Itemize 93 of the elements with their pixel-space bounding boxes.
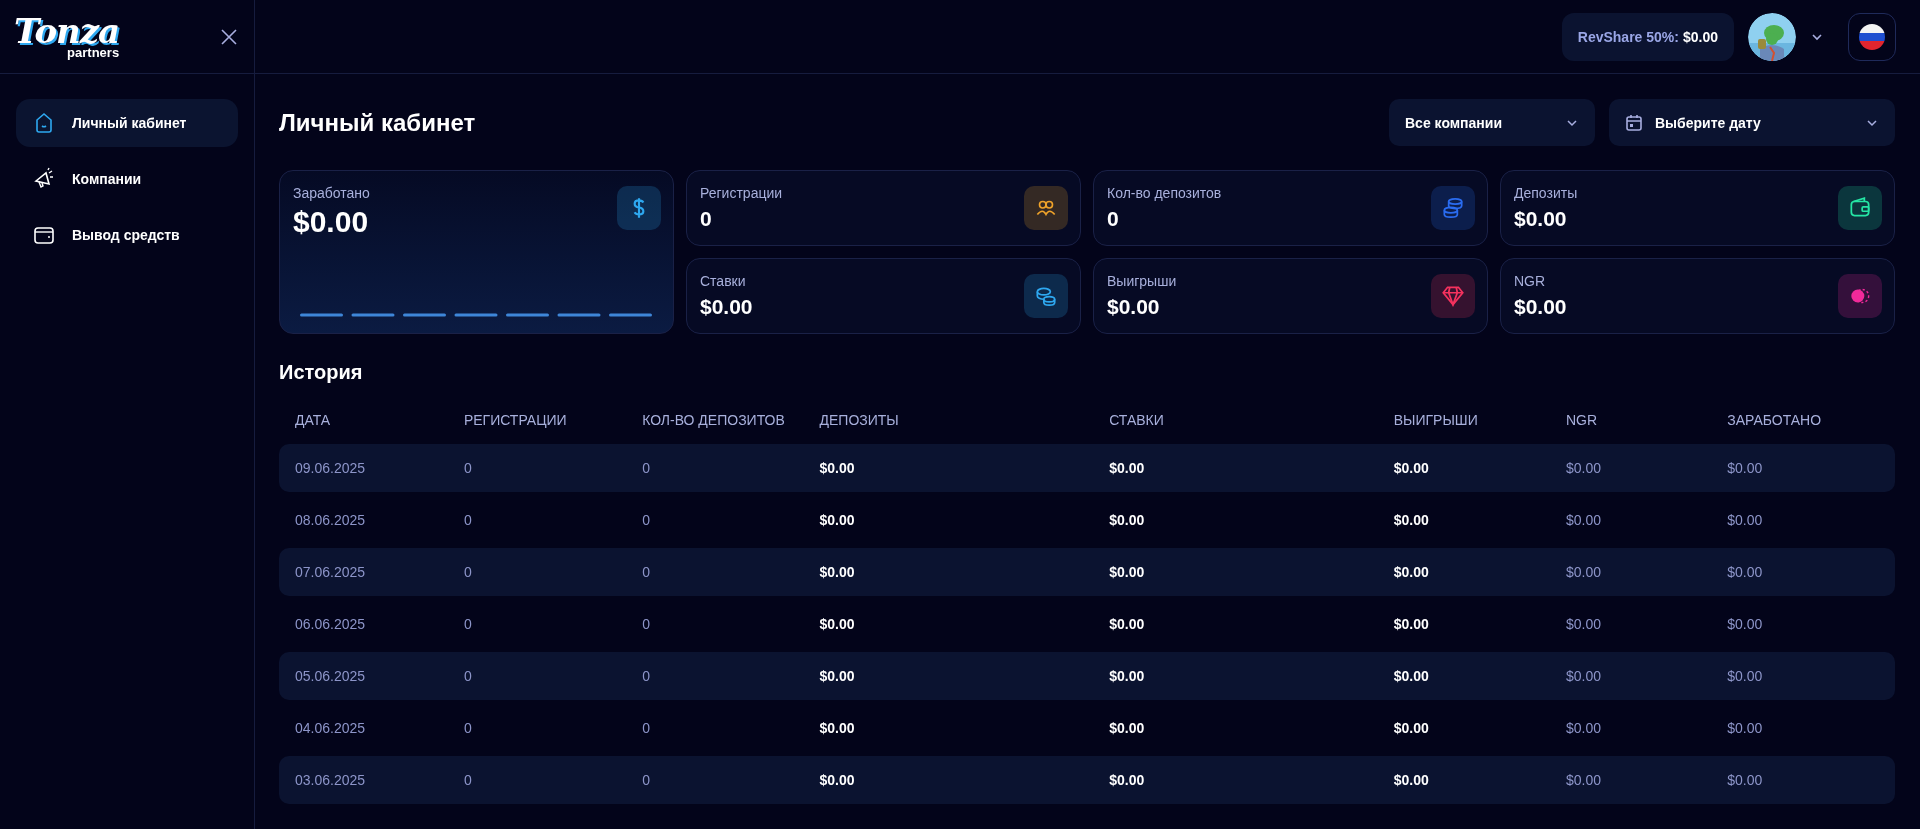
table-cell: $0.00: [803, 548, 1094, 596]
table-cell: $0.00: [1093, 756, 1378, 804]
logo-wordmark: Tonza: [14, 14, 120, 48]
table-cell-text: $0.00: [1108, 615, 1146, 634]
table-cell-text: $0.00: [1392, 615, 1430, 634]
table-cell-text: $0.00: [1726, 719, 1764, 738]
table-cell: $0.00: [1549, 548, 1712, 596]
table-cell-text: 08.06.2025: [294, 511, 367, 530]
card-label: Выигрыши: [1107, 273, 1177, 289]
close-icon[interactable]: [220, 27, 238, 46]
table-cell-text: $0.00: [818, 511, 856, 530]
sidebar-item[interactable]: Личный кабинет: [16, 99, 238, 147]
card-value: 0: [700, 207, 713, 231]
sidebar-item[interactable]: Вывод средств: [16, 211, 238, 259]
flag-icon: [1858, 22, 1886, 51]
table-cell-text: $0.00: [1108, 719, 1146, 738]
table-cell-text: 04.06.2025: [294, 719, 367, 738]
table-cell-text: $0.00: [818, 615, 856, 634]
column-header: NGR: [1564, 411, 1599, 430]
card-label: Кол-во депозитов: [1107, 185, 1222, 201]
table-cell-text: 0: [462, 615, 473, 634]
table-cell-text: $0.00: [1108, 511, 1146, 530]
table-cell-text: $0.00: [1392, 511, 1430, 530]
table-cell: $0.00: [803, 444, 1094, 492]
card-value: $0.00: [1107, 295, 1161, 319]
table-cell: 03.06.2025: [279, 756, 448, 804]
card-value: 0: [1107, 207, 1120, 231]
card-value: $0.00: [293, 205, 370, 239]
table-cell: 0: [626, 652, 804, 700]
column-header: СТАВКИ: [1108, 411, 1165, 430]
calendar-icon: [1625, 113, 1643, 132]
column-header: ДАТА: [294, 411, 332, 430]
table-cell-text: 0: [641, 511, 651, 530]
table-cell: $0.00: [1711, 652, 1895, 700]
card-label: Депозиты: [1514, 185, 1578, 201]
table-cell: 0: [447, 652, 627, 700]
megaphone-icon: [32, 167, 56, 191]
table-cell: 0: [626, 444, 804, 492]
table-cell: $0.00: [1711, 548, 1895, 596]
table-cell: $0.00: [803, 652, 1094, 700]
table-cell: $0.00: [1549, 652, 1712, 700]
table-cell-text: $0.00: [1726, 511, 1764, 530]
column-header: ВЫИГРЫШИ: [1392, 411, 1479, 430]
table-cell: $0.00: [1093, 652, 1378, 700]
table-cell: $0.00: [1093, 444, 1378, 492]
column-header: КОЛ-ВО ДЕПОЗИТОВ: [641, 411, 786, 430]
table-cell-text: $0.00: [818, 719, 856, 738]
table-cell: $0.00: [1549, 756, 1712, 804]
date-picker[interactable]: Выберите дату: [1609, 99, 1895, 146]
column-header: РЕГИСТРАЦИИ: [462, 411, 568, 430]
column-header: ДЕПОЗИТЫ: [818, 411, 900, 430]
card-value: $0.00: [1514, 295, 1567, 319]
table-cell-text: 0: [462, 719, 473, 738]
table-cell-text: $0.00: [1564, 615, 1602, 634]
table-cell-text: $0.00: [1564, 511, 1602, 530]
card-label: Регистрации: [700, 185, 783, 201]
table-cell: $0.00: [1093, 548, 1378, 596]
table-cell-text: 0: [462, 511, 473, 530]
table-cell: 0: [447, 444, 627, 492]
card-label: Ставки: [700, 273, 747, 289]
table-cell-text: $0.00: [1564, 719, 1602, 738]
company-select[interactable]: Все компании: [1389, 99, 1595, 146]
table-cell-text: 0: [641, 615, 651, 634]
table-cell: $0.00: [1711, 756, 1895, 804]
section-title: История: [279, 361, 364, 384]
table-cell-text: 0: [641, 719, 651, 738]
card-label: Заработано: [293, 185, 370, 201]
table-cell: 0: [626, 548, 804, 596]
table-cell: 07.06.2025: [279, 548, 448, 596]
logo-subtitle: partners: [67, 46, 120, 59]
table-cell: $0.00: [1711, 444, 1895, 492]
table-cell-text: 06.06.2025: [294, 615, 367, 634]
sidebar-item[interactable]: Компании: [16, 155, 238, 203]
table-cell-text: $0.00: [1726, 615, 1764, 634]
table-cell: 0: [447, 548, 627, 596]
table-cell: $0.00: [1377, 444, 1550, 492]
table-cell: $0.00: [1549, 444, 1712, 492]
card-label: NGR: [1514, 273, 1547, 289]
table-cell: $0.00: [803, 756, 1094, 804]
column-header: ЗАРАБОТАНО: [1726, 411, 1823, 430]
table-cell: 0: [447, 756, 627, 804]
card-value: $0.00: [700, 295, 753, 319]
table-cell: $0.00: [1377, 652, 1550, 700]
table-cell: $0.00: [1377, 756, 1550, 804]
table-cell: 09.06.2025: [279, 444, 448, 492]
revshare-balance: RevShare 50%: $0.00: [1561, 12, 1734, 61]
table-cell-text: $0.00: [1392, 719, 1430, 738]
card-value: $0.00: [1514, 207, 1568, 231]
table-cell: 05.06.2025: [279, 652, 448, 700]
table-cell: $0.00: [1377, 548, 1550, 596]
language-button[interactable]: [1848, 12, 1896, 61]
table-cell: 0: [626, 756, 804, 804]
page-title: Личный кабинет: [279, 108, 477, 137]
